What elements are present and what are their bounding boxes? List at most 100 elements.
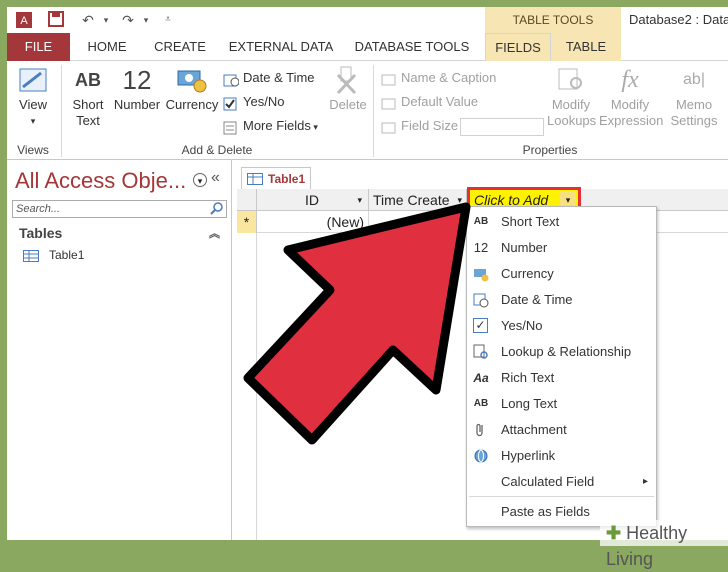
table-tools-context-label: TABLE TOOLS bbox=[485, 7, 621, 33]
menu-item-lookup-relationship[interactable]: Lookup & Relationship bbox=[467, 339, 656, 365]
record-selector-column bbox=[237, 233, 257, 540]
menu-item-long-text[interactable]: AB Long Text bbox=[467, 391, 656, 417]
number-icon: 12 bbox=[473, 240, 489, 255]
modify-expression-button[interactable]: fx Modify Expression bbox=[599, 65, 664, 129]
new-record-marker[interactable]: * bbox=[237, 211, 257, 233]
number-button[interactable]: 12 Number bbox=[111, 65, 163, 113]
menu-item-yes-no[interactable]: ✓ Yes/No bbox=[467, 313, 656, 339]
memo-settings-button[interactable]: ab| Memo Settings bbox=[663, 65, 725, 129]
nav-search-input[interactable]: Search... bbox=[12, 200, 227, 218]
currency-icon bbox=[177, 70, 207, 93]
access-window: A ↶ ▾ ↷ ▾ ⩡ TABLE TOOLS Database2 : Data… bbox=[7, 7, 728, 540]
menu-item-hyperlink[interactable]: Hyperlink bbox=[467, 443, 656, 469]
yes-no-label: Yes/No bbox=[243, 94, 285, 109]
document-title: Database2 : Data bbox=[629, 12, 728, 27]
tab-table[interactable]: TABLE bbox=[551, 33, 621, 61]
short-text-button[interactable]: AB Short Text bbox=[67, 65, 109, 129]
yes-no-button[interactable]: Yes/No bbox=[223, 91, 284, 113]
views-group-label: Views bbox=[17, 143, 49, 157]
memo-settings-label: Memo Settings bbox=[670, 97, 718, 128]
field-size-label: Field Size bbox=[401, 118, 459, 133]
redo-icon[interactable]: ↷ bbox=[119, 11, 137, 29]
title-bar: A ↶ ▾ ↷ ▾ ⩡ TABLE TOOLS Database2 : Data bbox=[7, 7, 728, 33]
menu-item-currency[interactable]: Currency bbox=[467, 261, 656, 287]
name-caption-button[interactable]: Name & Caption bbox=[381, 67, 496, 89]
document-tab-label: Table1 bbox=[268, 172, 306, 186]
new-record-time-cell[interactable] bbox=[369, 211, 467, 233]
access-logo-icon: A bbox=[15, 11, 33, 29]
nav-section-label: Tables bbox=[19, 225, 63, 241]
customize-toolbar-icon[interactable]: ⩡ bbox=[159, 11, 177, 29]
name-caption-label: Name & Caption bbox=[401, 70, 497, 85]
column-filter-icon[interactable]: ▾ bbox=[457, 189, 462, 211]
number-icon: 12 bbox=[122, 65, 152, 95]
undo-dropdown-icon[interactable]: ▾ bbox=[97, 11, 115, 29]
new-record-id-cell[interactable]: (New) bbox=[257, 211, 369, 233]
more-fields-dropdown-icon: ▾ bbox=[310, 122, 318, 132]
field-size-row: Field Size bbox=[381, 115, 458, 137]
column-header-label: ID bbox=[305, 192, 319, 208]
document-tab-table1[interactable]: Table1 bbox=[241, 167, 311, 189]
column-header-id[interactable]: ID ▾ bbox=[257, 189, 369, 211]
menu-item-calculated-field[interactable]: Calculated Field ▸ bbox=[467, 469, 656, 495]
menu-item-rich-text[interactable]: Aa Rich Text bbox=[467, 365, 656, 391]
menu-item-date-time[interactable]: Date & Time bbox=[467, 287, 656, 313]
fx-icon: fx bbox=[621, 67, 639, 93]
memo-settings-icon: ab| bbox=[683, 71, 705, 88]
add-delete-group-label: Add & Delete bbox=[181, 143, 253, 157]
calendar-icon bbox=[223, 72, 240, 87]
date-time-button[interactable]: Date & Time bbox=[223, 67, 315, 89]
select-all-corner[interactable] bbox=[237, 189, 257, 211]
nav-item-table1[interactable]: Table1 bbox=[23, 248, 84, 262]
column-filter-icon[interactable]: ▾ bbox=[357, 189, 362, 211]
field-size-icon bbox=[381, 120, 397, 134]
menu-separator bbox=[469, 496, 654, 497]
field-type-menu: AB Short Text 12 Number Currency Date & Ti… bbox=[466, 206, 657, 527]
view-dropdown-icon: ▾ bbox=[30, 116, 36, 126]
default-value-label: Default Value bbox=[401, 94, 479, 109]
save-icon[interactable] bbox=[47, 11, 65, 29]
nav-menu-chevron-icon[interactable]: ▾ bbox=[193, 173, 207, 187]
redo-dropdown-icon[interactable]: ▾ bbox=[137, 11, 155, 29]
modify-lookups-icon bbox=[558, 68, 582, 90]
delete-button[interactable]: Delete bbox=[327, 65, 369, 113]
field-size-input[interactable] bbox=[460, 118, 544, 136]
table-icon bbox=[23, 249, 39, 262]
group-divider bbox=[373, 65, 374, 157]
table-icon bbox=[247, 173, 263, 185]
shutter-bar-icon[interactable]: « bbox=[211, 169, 220, 187]
modify-lookups-button[interactable]: Modify Lookups bbox=[545, 65, 597, 129]
modify-expression-label: Modify Expression bbox=[599, 97, 664, 128]
view-icon bbox=[19, 68, 47, 92]
column-header-time-create[interactable]: Time Create ▾ bbox=[369, 189, 467, 211]
default-value-button[interactable]: Default Value bbox=[381, 91, 478, 113]
calendar-icon bbox=[473, 292, 489, 308]
globe-icon bbox=[473, 448, 489, 464]
column-header-label: Time Create bbox=[373, 192, 450, 208]
checkbox-icon: ✓ bbox=[473, 318, 488, 333]
more-fields-button[interactable]: More Fields ▾ bbox=[223, 115, 318, 137]
menu-item-number[interactable]: 12 Number bbox=[467, 235, 656, 261]
tab-database-tools[interactable]: DATABASE TOOLS bbox=[351, 33, 473, 61]
tab-external-data[interactable]: EXTERNAL DATA bbox=[225, 33, 337, 61]
currency-button[interactable]: Currency bbox=[165, 65, 219, 113]
nav-pane-title[interactable]: All Access Obje... bbox=[15, 168, 195, 194]
name-caption-icon bbox=[381, 72, 397, 86]
currency-label: Currency bbox=[165, 97, 219, 112]
date-time-label: Date & Time bbox=[243, 70, 315, 85]
undo-icon[interactable]: ↶ bbox=[79, 11, 97, 29]
view-button[interactable]: View ▾ bbox=[13, 65, 53, 129]
tab-file[interactable]: FILE bbox=[7, 33, 70, 61]
menu-item-short-text[interactable]: AB Short Text bbox=[467, 209, 656, 235]
nav-section-tables[interactable]: Tables ︽ bbox=[19, 225, 224, 241]
tab-home[interactable]: HOME bbox=[77, 33, 137, 61]
more-fields-label: More Fields bbox=[243, 118, 311, 133]
number-label: Number bbox=[113, 97, 161, 112]
view-label: View bbox=[19, 97, 47, 112]
search-icon[interactable] bbox=[210, 201, 224, 218]
menu-item-attachment[interactable]: Attachment bbox=[467, 417, 656, 443]
tab-create[interactable]: CREATE bbox=[145, 33, 215, 61]
modify-lookups-label: Modify Lookups bbox=[547, 97, 597, 128]
nav-item-label: Table1 bbox=[49, 248, 85, 262]
tab-fields[interactable]: FIELDS bbox=[485, 33, 551, 62]
